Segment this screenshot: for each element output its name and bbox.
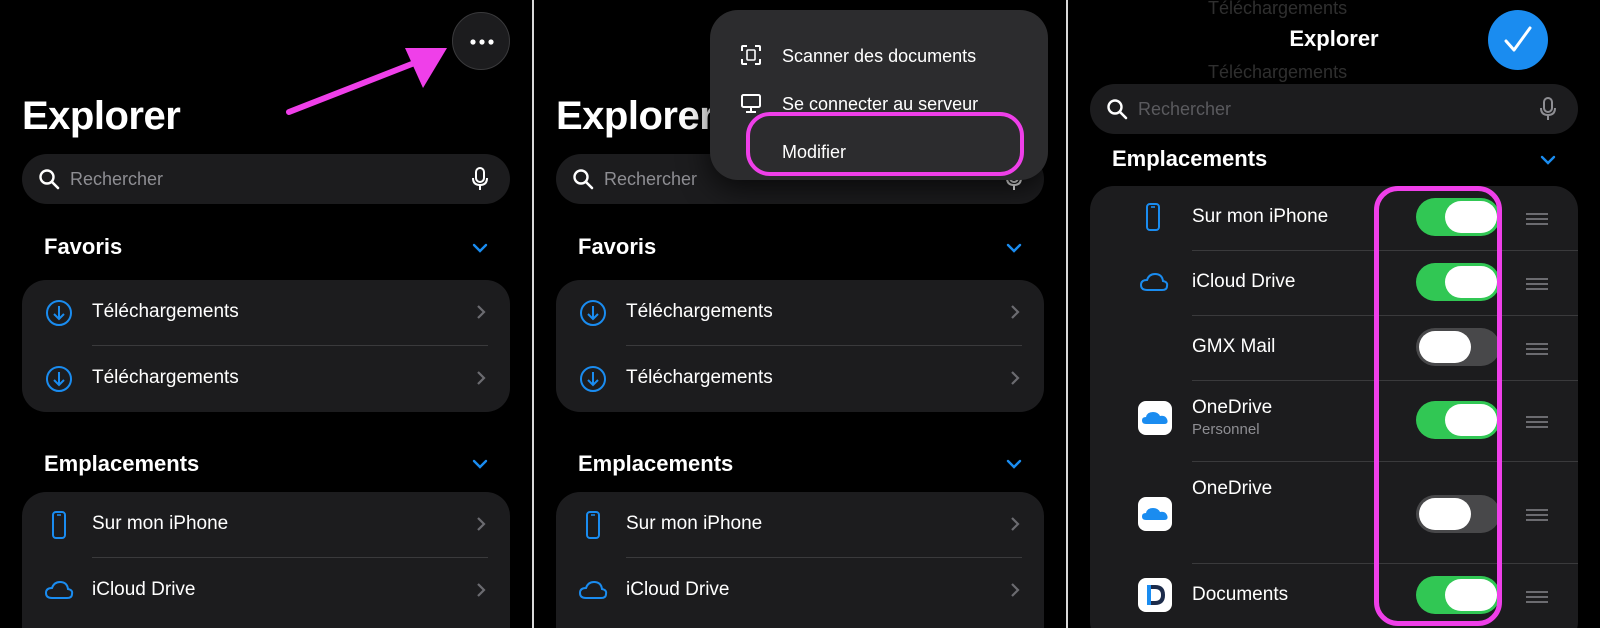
list-item[interactable]: Téléchargements: [556, 346, 1044, 412]
microphone-icon[interactable]: [1540, 97, 1556, 121]
checkmark-icon: [1504, 26, 1532, 52]
chevron-right-icon: [1011, 583, 1020, 597]
search-placeholder: Rechercher: [604, 169, 698, 189]
chevron-down-icon[interactable]: [1006, 243, 1022, 253]
cloud-icon: [44, 580, 74, 599]
list-item: OneDrive Personnel: [1090, 381, 1578, 462]
search-icon: [39, 169, 60, 190]
list-item-label: Documents: [1192, 584, 1289, 605]
list-item-sublabel: Personnel: [1192, 421, 1260, 438]
list-item-label: OneDrive: [1192, 478, 1273, 499]
cloud-icon: [578, 580, 608, 599]
list-item: GMX Mail: [1090, 316, 1578, 381]
menu-item-scan[interactable]: Scanner des documents: [710, 32, 1048, 80]
list-item[interactable]: Téléchargements: [22, 346, 510, 412]
reorder-grip-icon[interactable]: [1526, 213, 1548, 225]
list-item-label: Sur mon iPhone: [92, 513, 229, 534]
list-item: iCloud Drive: [1090, 251, 1578, 316]
monitor-icon: [741, 94, 761, 113]
list-item[interactable]: Sur mon iPhone: [22, 492, 510, 558]
chevron-down-icon[interactable]: [1006, 459, 1022, 469]
done-button[interactable]: [1488, 10, 1548, 70]
chevron-right-icon: [477, 583, 486, 597]
reorder-grip-icon[interactable]: [1526, 591, 1548, 603]
panel-explorer-menu: Explorer Rechercher Favoris Téléchargeme…: [534, 0, 1066, 628]
menu-item-label: Scanner des documents: [782, 46, 977, 66]
list-item[interactable]: Téléchargements: [22, 280, 510, 346]
list-item-label: Sur mon iPhone: [1192, 206, 1329, 227]
list-item-label: iCloud Drive: [1192, 271, 1296, 292]
list-item: OneDrive: [1090, 462, 1578, 564]
list-item-label: Téléchargements: [92, 367, 239, 388]
section-header-emplacements[interactable]: Emplacements: [578, 451, 733, 477]
annotation-highlight: [746, 112, 1024, 176]
reorder-grip-icon[interactable]: [1526, 416, 1548, 428]
page-title: Explorer: [556, 94, 715, 138]
list-item[interactable]: Téléchargements: [556, 280, 1044, 346]
list-item-label: Téléchargements: [92, 301, 239, 322]
list-item: Sur mon iPhone: [1090, 186, 1578, 251]
list-item-label: GMX Mail: [1192, 336, 1276, 357]
reorder-grip-icon[interactable]: [1526, 278, 1548, 290]
panel-explorer-default: Explorer Rechercher Favoris Téléchargeme…: [0, 0, 532, 628]
download-icon: [46, 300, 72, 326]
search-placeholder: Rechercher: [70, 169, 164, 189]
iphone-icon: [1146, 203, 1160, 231]
locations-card: Sur mon iPhone iCloud Drive: [22, 492, 510, 628]
download-icon: [46, 366, 72, 392]
more-options-button[interactable]: [452, 12, 510, 70]
page-title: Explorer: [22, 94, 181, 138]
search-placeholder: Rechercher: [1138, 99, 1232, 119]
list-item-label: Sur mon iPhone: [626, 513, 763, 534]
list-item-label: OneDrive: [1192, 397, 1273, 418]
download-icon: [580, 366, 606, 392]
section-header-favoris[interactable]: Favoris: [44, 234, 122, 260]
search-icon: [573, 169, 594, 190]
list-item-label: Téléchargements: [626, 301, 773, 322]
download-icon: [580, 300, 606, 326]
search-icon: [1107, 99, 1128, 120]
reorder-grip-icon[interactable]: [1526, 343, 1548, 355]
list-item[interactable]: iCloud Drive: [556, 558, 1044, 624]
section-header-favoris[interactable]: Favoris: [578, 234, 656, 260]
chevron-down-icon[interactable]: [472, 243, 488, 253]
list-item-label: iCloud Drive: [626, 579, 730, 600]
chevron-right-icon: [1011, 517, 1020, 531]
list-item: Documents: [1090, 564, 1578, 628]
section-header-emplacements[interactable]: Emplacements: [44, 451, 199, 477]
annotation-arrow-icon: [286, 48, 447, 115]
panel-explorer-edit: Téléchargements Téléchargements Explorer…: [1068, 0, 1600, 628]
section-header-emplacements[interactable]: Emplacements: [1112, 146, 1267, 172]
chevron-right-icon: [1011, 305, 1020, 319]
favorites-card: Téléchargements Téléchargements: [22, 280, 510, 412]
iphone-icon: [52, 511, 66, 539]
chevron-down-icon[interactable]: [472, 459, 488, 469]
documents-app-icon: [1138, 578, 1172, 612]
list-item[interactable]: Sur mon iPhone: [556, 492, 1044, 558]
cloud-icon: [1139, 272, 1169, 291]
onedrive-icon: [1138, 497, 1172, 531]
annotation-highlight: [1374, 186, 1502, 626]
favorites-card: Téléchargements Téléchargements: [556, 280, 1044, 412]
locations-edit-card: Sur mon iPhone iCloud Drive GMX Mail One…: [1090, 186, 1578, 628]
scan-document-icon: [741, 45, 761, 65]
chevron-right-icon: [477, 371, 486, 385]
reorder-grip-icon[interactable]: [1526, 509, 1548, 521]
microphone-icon[interactable]: [472, 167, 488, 191]
list-item[interactable]: iCloud Drive: [22, 558, 510, 624]
chevron-down-icon[interactable]: [1540, 155, 1556, 165]
chevron-right-icon: [1011, 371, 1020, 385]
locations-card: Sur mon iPhone iCloud Drive: [556, 492, 1044, 628]
search-input[interactable]: Rechercher: [1090, 84, 1578, 134]
search-input[interactable]: Rechercher: [22, 154, 510, 204]
iphone-icon: [586, 511, 600, 539]
chevron-right-icon: [477, 517, 486, 531]
chevron-right-icon: [477, 305, 486, 319]
onedrive-icon: [1138, 401, 1172, 435]
ellipsis-icon: [470, 39, 494, 45]
list-item-label: Téléchargements: [626, 367, 773, 388]
list-item-label: iCloud Drive: [92, 579, 196, 600]
